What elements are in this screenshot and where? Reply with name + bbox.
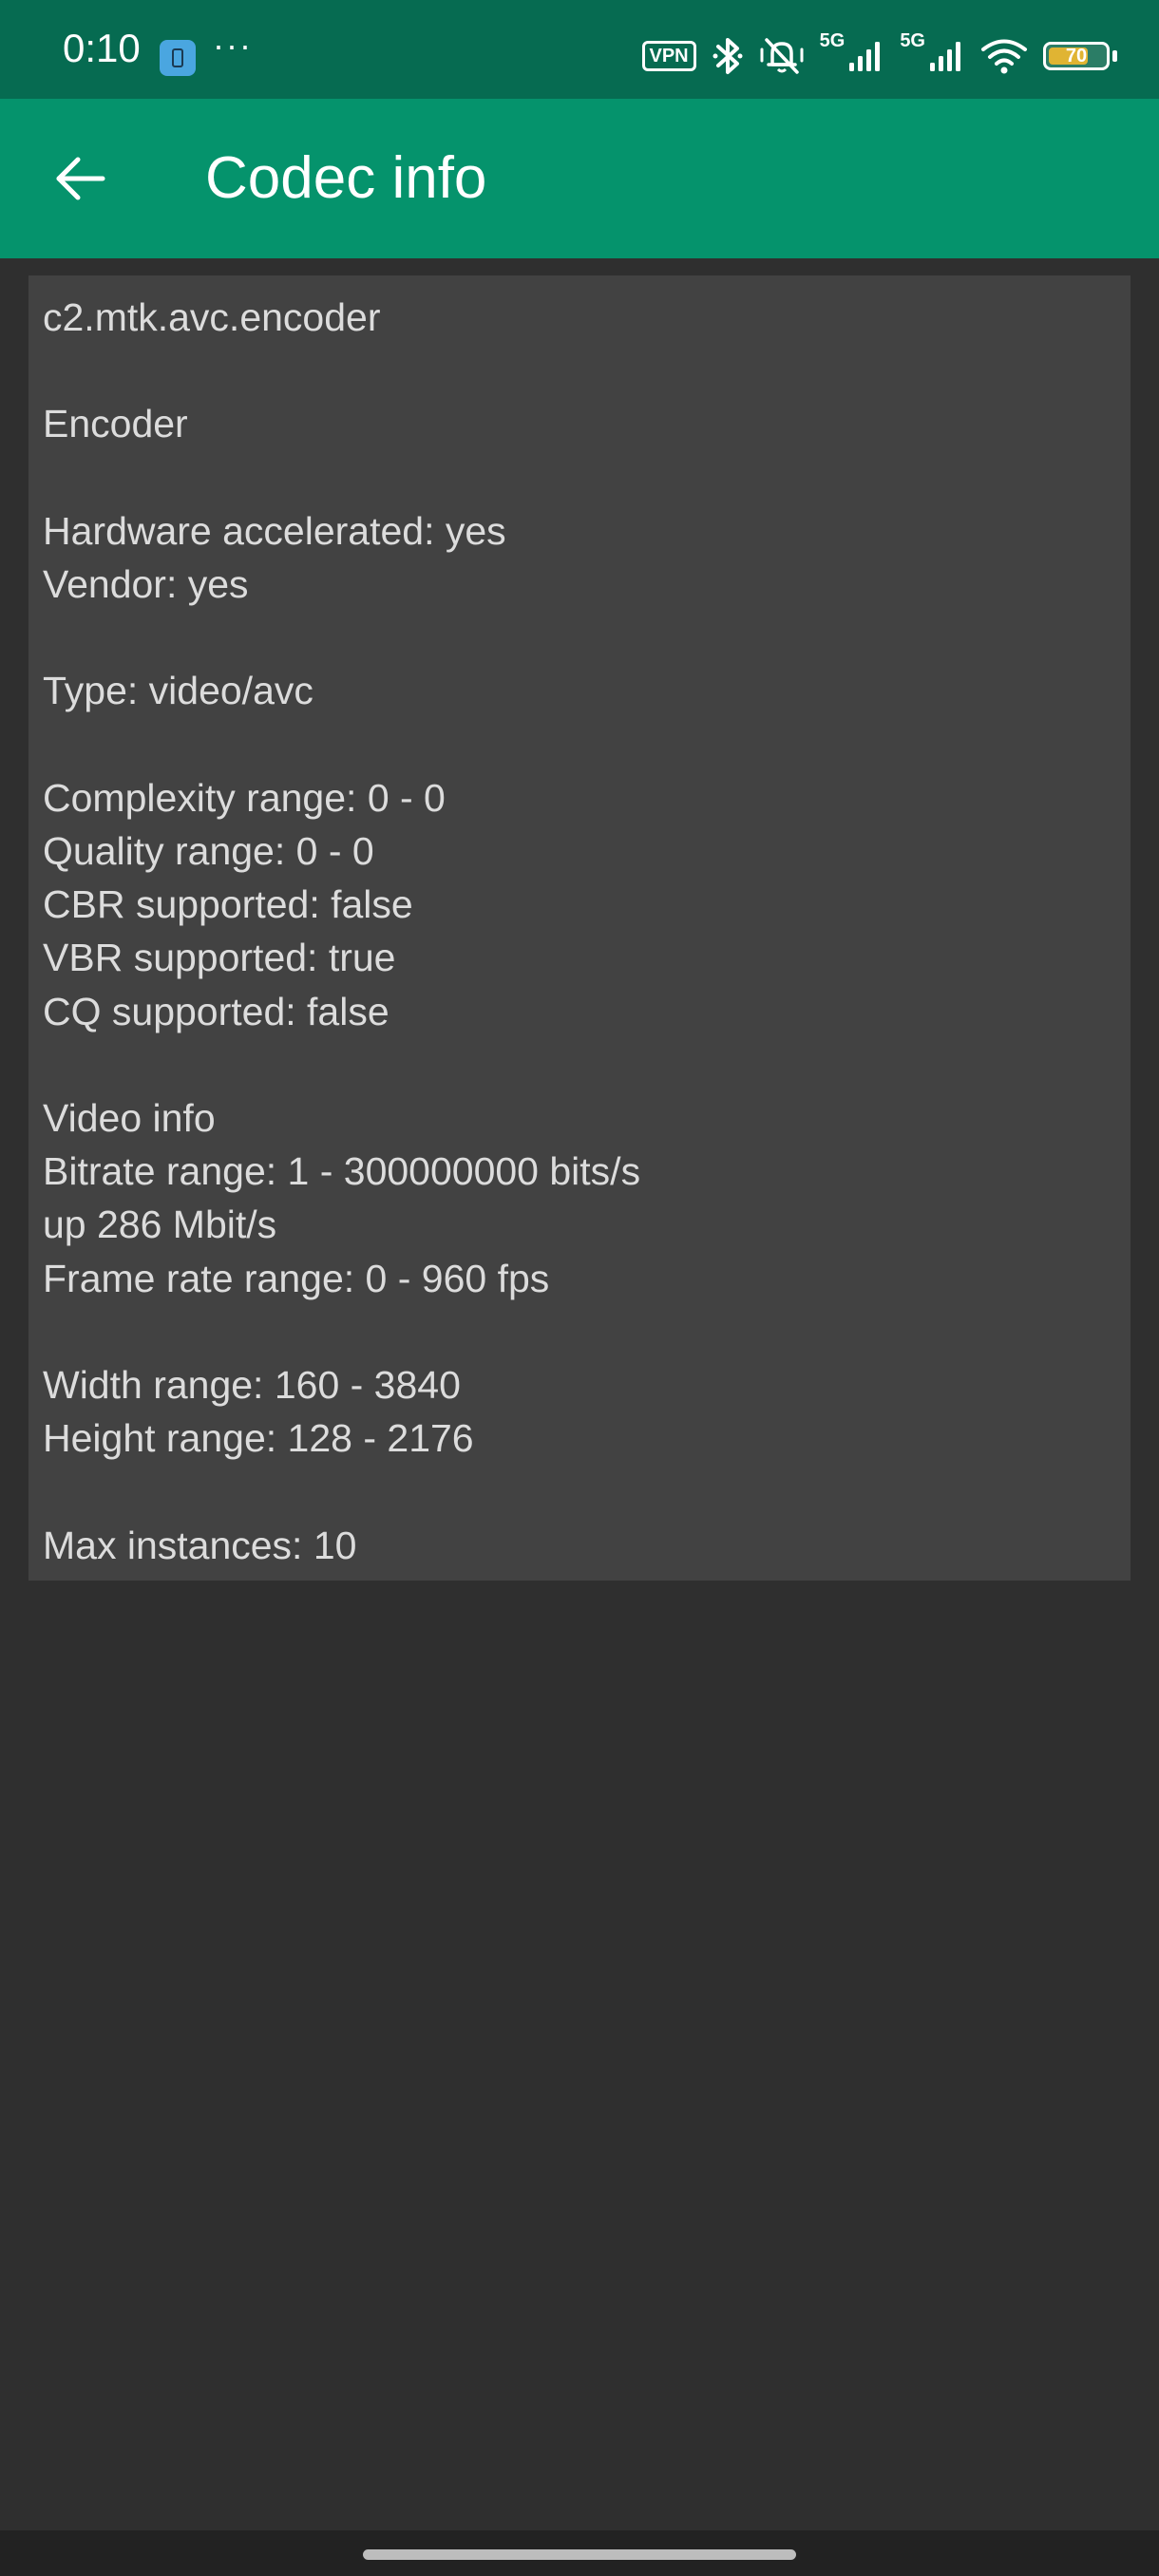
vibrate-mute-icon — [760, 38, 804, 74]
vbr-supported: VBR supported: true — [43, 936, 396, 980]
navigation-bar — [0, 2530, 1159, 2576]
app-bar: Codec info — [0, 99, 1159, 258]
codec-kind: Encoder — [43, 402, 188, 446]
codec-info-text: c2.mtk.avc.encoder Encoder Hardware acce… — [43, 291, 640, 1572]
cell-signal-icon — [849, 42, 881, 71]
page-title: Codec info — [205, 145, 487, 211]
status-bar: 0:10 ··· VPN 5G 5G 70 — [0, 0, 1159, 99]
vpn-icon: VPN — [641, 41, 696, 71]
arrow-left-icon — [56, 157, 105, 200]
wifi-icon — [981, 39, 1027, 74]
width-range: Width range: 160 - 3840 — [43, 1363, 461, 1408]
back-button[interactable] — [32, 131, 127, 226]
complexity-range: Complexity range: 0 - 0 — [43, 775, 446, 820]
bitrate-range: Bitrate range: 1 - 300000000 bits/s — [43, 1149, 641, 1194]
home-indicator[interactable] — [363, 2549, 796, 2560]
height-range: Height range: 128 - 2176 — [43, 1416, 474, 1461]
hardware-accelerated: Hardware accelerated: yes — [43, 508, 506, 553]
codec-info-card: c2.mtk.avc.encoder Encoder Hardware acce… — [28, 275, 1130, 1581]
bitrate-up: up 286 Mbit/s — [43, 1203, 277, 1247]
cell-signal-icon — [930, 42, 960, 71]
notification-app-icon — [160, 40, 196, 76]
battery-percent: 70 — [1065, 46, 1088, 66]
cq-supported: CQ supported: false — [43, 989, 390, 1033]
status-icons: VPN 5G 5G 70 — [641, 30, 1117, 80]
video-info-heading: Video info — [43, 1096, 216, 1141]
codec-type: Type: video/avc — [43, 669, 314, 713]
cbr-supported: CBR supported: false — [43, 882, 413, 927]
more-notifications-icon: ··· — [213, 26, 253, 65]
bluetooth-icon — [712, 38, 743, 74]
max-instances: Max instances: 10 — [43, 1523, 357, 1567]
sim2-network-label: 5G — [900, 30, 925, 51]
battery-tip — [1112, 50, 1117, 62]
frame-rate-range: Frame rate range: 0 - 960 fps — [43, 1256, 550, 1300]
battery-icon: 70 — [1043, 42, 1110, 70]
status-time: 0:10 — [63, 26, 141, 70]
quality-range: Quality range: 0 - 0 — [43, 829, 374, 874]
sim1-network-label: 5G — [819, 30, 846, 51]
vendor: Vendor: yes — [43, 562, 249, 607]
codec-name: c2.mtk.avc.encoder — [43, 295, 381, 339]
